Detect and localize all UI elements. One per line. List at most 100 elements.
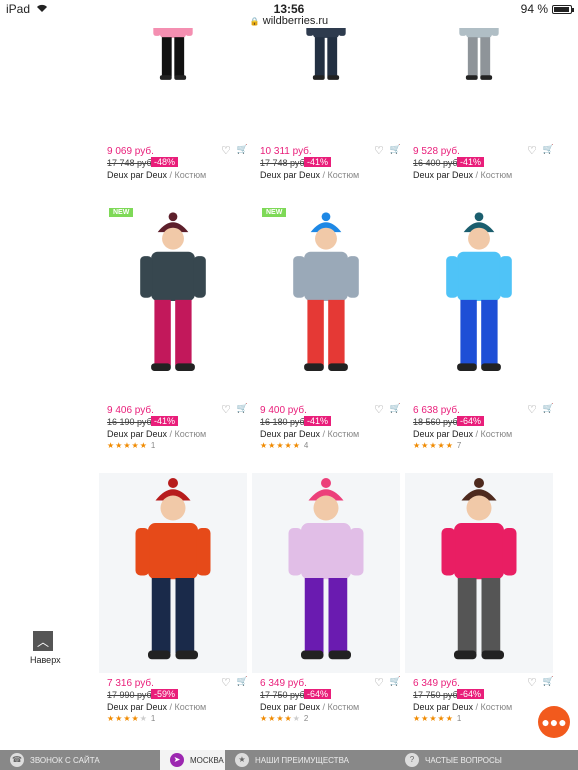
product-card[interactable]: 6 349 руб. 17 750 руб. -64% Deux par Deux /… (405, 473, 554, 738)
product-card[interactable]: 6 349 руб. 17 750 руб. -64% Deux par Deux /… (252, 473, 401, 738)
heart-icon[interactable]: ♡ (374, 144, 384, 157)
product-brand[interactable]: Deux par Deux / Костюм (260, 429, 359, 439)
product-brand[interactable]: Deux par Deux / Костюм (413, 702, 512, 712)
product-old-price: 17 750 руб. (413, 690, 461, 700)
chat-button[interactable]: ●●● (538, 706, 570, 738)
address-bar[interactable]: 🔒 wildberries.ru (0, 15, 578, 27)
product-card[interactable]: 6 638 руб. 18 560 руб. -64% Deux par Deux /… (405, 208, 554, 465)
heart-icon[interactable]: ♡ (374, 403, 384, 416)
product-brand[interactable]: Deux par Deux / Костюм (260, 702, 359, 712)
star-icon: ★ (123, 441, 132, 450)
cart-icon[interactable]: 🛒 (390, 676, 401, 689)
cart-icon[interactable]: 🛒 (543, 676, 554, 689)
brand-name[interactable]: Deux par Deux (107, 429, 167, 439)
product-category[interactable]: / Костюм (167, 702, 207, 712)
product-image[interactable] (252, 208, 400, 383)
star-icon: ★ (260, 714, 269, 723)
product-brand[interactable]: Deux par Deux / Костюм (107, 170, 206, 180)
product-image[interactable] (405, 208, 553, 383)
product-category[interactable]: / Костюм (473, 702, 513, 712)
discount-badge: -48% (151, 157, 179, 167)
product-actions: ♡ 🛒 (527, 403, 554, 416)
heart-icon[interactable]: ♡ (221, 144, 231, 157)
product-price: 7 316 руб. (107, 678, 154, 689)
product-category[interactable]: / Костюм (320, 702, 360, 712)
heart-icon[interactable]: ♡ (221, 676, 231, 689)
product-card[interactable]: NEW 9 406 руб. 16 190 руб. -41% Deux par Deu… (99, 208, 248, 465)
product-card[interactable]: NEW 9 400 руб. 16 180 руб. -41% Deux par Deu… (252, 208, 401, 465)
product-image[interactable] (99, 208, 247, 383)
product-image[interactable] (99, 473, 247, 673)
product-category[interactable]: / Костюм (320, 429, 360, 439)
product-brand[interactable]: Deux par Deux / Костюм (260, 170, 359, 180)
bottom-bar-item[interactable]: ? ЧАСТЫЕ ВОПРОСЫ (395, 750, 578, 770)
cart-icon[interactable]: 🛒 (543, 403, 554, 416)
scroll-top-label[interactable]: Наверх (30, 655, 61, 665)
cart-icon[interactable]: 🛒 (237, 403, 248, 416)
star-icon: ★ (437, 441, 446, 450)
product-card[interactable]: 7 316 руб. 17 990 руб. -59% Deux par Deux /… (99, 473, 248, 738)
product-image[interactable] (99, 28, 247, 133)
scroll-top-button[interactable]: ︿ (33, 631, 53, 651)
product-brand[interactable]: Deux par Deux / Костюм (107, 702, 206, 712)
star-icon: ★ (131, 441, 140, 450)
product-category[interactable]: / Костюм (473, 429, 513, 439)
heart-icon[interactable]: ♡ (221, 403, 231, 416)
discount-badge: -41% (304, 157, 332, 167)
product-category[interactable]: / Костюм (167, 170, 207, 180)
location-arrow-icon: ➤ (170, 753, 184, 767)
heart-icon[interactable]: ♡ (374, 676, 384, 689)
product-card[interactable]: 9 528 руб. 16 400 руб. -41% Deux par Deux /… (405, 28, 554, 206)
heart-icon[interactable]: ♡ (527, 403, 537, 416)
product-card[interactable]: 9 069 руб. 17 748 руб. -48% Deux par Deux /… (99, 28, 248, 206)
star-icon: ★ (235, 753, 249, 767)
cart-icon[interactable]: 🛒 (237, 144, 248, 157)
product-image[interactable] (252, 28, 400, 133)
product-brand[interactable]: Deux par Deux / Костюм (107, 429, 206, 439)
product-actions: ♡ 🛒 (374, 403, 401, 416)
clock: 13:56 (273, 2, 305, 16)
product-actions: ♡ 🛒 (527, 144, 554, 157)
product-card[interactable]: 10 311 руб. 17 748 руб. -41% Deux par Deux … (252, 28, 401, 206)
bottom-bar-item[interactable]: ➤ МОСКВА (160, 750, 225, 770)
bottom-bar-label: ЧАСТЫЕ ВОПРОСЫ (425, 755, 502, 765)
review-count: 1 (456, 714, 462, 723)
brand-name[interactable]: Deux par Deux (260, 702, 320, 712)
product-price: 6 349 руб. (413, 678, 460, 689)
heart-icon[interactable]: ♡ (527, 676, 537, 689)
star-icon: ★ (429, 714, 438, 723)
brand-name[interactable]: Deux par Deux (413, 170, 473, 180)
brand-name[interactable]: Deux par Deux (107, 170, 167, 180)
rating-stars: ★★★★★ 1 (107, 441, 155, 450)
cart-icon[interactable]: 🛒 (543, 144, 554, 157)
rating-stars: ★★★★★ 4 (260, 441, 308, 450)
product-image[interactable] (405, 473, 553, 673)
product-price: 9 400 руб. (260, 405, 307, 416)
bottom-bar-label: НАШИ ПРЕИМУЩЕСТВА (255, 755, 349, 765)
product-category[interactable]: / Костюм (473, 170, 513, 180)
product-image[interactable] (252, 473, 400, 673)
product-actions: ♡ 🛒 (221, 676, 248, 689)
bottom-bar-item[interactable]: ★ НАШИ ПРЕИМУЩЕСТВА (225, 750, 395, 770)
brand-name[interactable]: Deux par Deux (413, 429, 473, 439)
review-count: 2 (303, 714, 309, 723)
brand-name[interactable]: Deux par Deux (260, 429, 320, 439)
cart-icon[interactable]: 🛒 (390, 403, 401, 416)
brand-name[interactable]: Deux par Deux (413, 702, 473, 712)
rating-stars: ★★★★★ 2 (260, 714, 308, 723)
new-badge: NEW (109, 208, 134, 217)
heart-icon[interactable]: ♡ (527, 144, 537, 157)
product-image[interactable] (405, 28, 553, 133)
review-count: 1 (150, 441, 156, 450)
battery-icon (552, 4, 574, 14)
product-category[interactable]: / Костюм (320, 170, 360, 180)
cart-icon[interactable]: 🛒 (390, 144, 401, 157)
brand-name[interactable]: Deux par Deux (260, 170, 320, 180)
product-old-price: 16 180 руб. (260, 417, 308, 427)
brand-name[interactable]: Deux par Deux (107, 702, 167, 712)
bottom-bar-item[interactable]: ☎ ЗВОНОК С САЙТА (0, 750, 160, 770)
product-category[interactable]: / Костюм (167, 429, 207, 439)
product-brand[interactable]: Deux par Deux / Костюм (413, 170, 512, 180)
cart-icon[interactable]: 🛒 (237, 676, 248, 689)
product-brand[interactable]: Deux par Deux / Костюм (413, 429, 512, 439)
